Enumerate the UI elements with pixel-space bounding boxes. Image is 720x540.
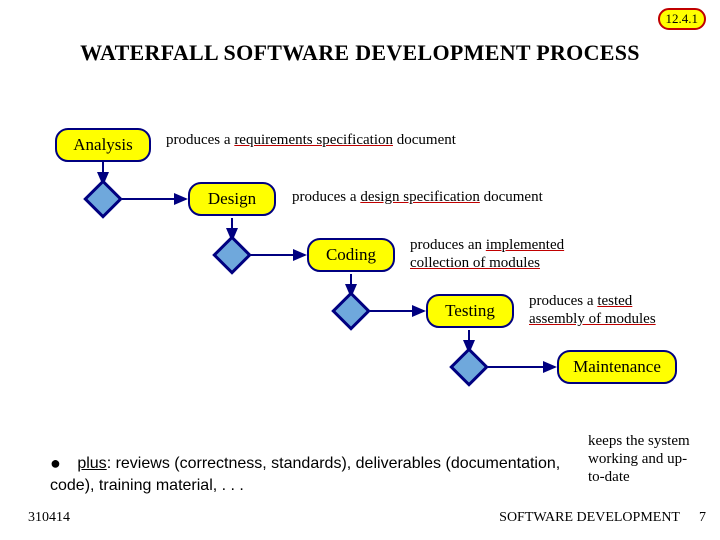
desc-design-suffix: document (480, 189, 543, 205)
slide-number-badge: 12.4.1 (658, 8, 707, 30)
slide-title: WATERFALL SOFTWARE DEVELOPMENT PROCESS (0, 40, 720, 66)
stage-design-label: Design (208, 189, 256, 209)
plus-note: ● plus: reviews (correctness, standards)… (50, 450, 600, 496)
stage-testing: Testing (426, 294, 514, 328)
desc-coding-prefix: produces an (410, 237, 486, 253)
desc-analysis-prefix: produces a (166, 132, 234, 148)
desc-design-term: design specification (360, 189, 480, 205)
stage-coding: Coding (307, 238, 395, 272)
decision-diamond-analysis (83, 179, 123, 219)
desc-analysis: produces a requirements specification do… (166, 131, 456, 149)
desc-coding: produces an implemented collection of mo… (410, 236, 580, 272)
desc-analysis-term: requirements specification (234, 132, 393, 148)
stage-coding-label: Coding (326, 245, 376, 265)
desc-design: produces a design specification document (292, 188, 543, 206)
desc-design-prefix: produces a (292, 189, 360, 205)
desc-testing: produces a tested assembly of modules (529, 292, 689, 328)
stage-design: Design (188, 182, 276, 216)
decision-diamond-design (212, 235, 252, 275)
desc-testing-prefix: produces a (529, 293, 597, 309)
decision-diamond-coding (331, 291, 371, 331)
plus-text: : reviews (correctness, standards), deli… (50, 455, 560, 494)
stage-maintenance: Maintenance (557, 350, 677, 384)
desc-maintenance: keeps the system working and up-to-date (588, 432, 703, 486)
stage-testing-label: Testing (445, 301, 495, 321)
stage-maintenance-label: Maintenance (573, 357, 661, 377)
footer-section-title: SOFTWARE DEVELOPMENT (499, 510, 680, 526)
footer-page-number: 7 (699, 510, 706, 526)
bullet-icon: ● (50, 453, 61, 473)
stage-analysis: Analysis (55, 128, 151, 162)
desc-analysis-suffix: document (393, 132, 456, 148)
decision-diamond-testing (449, 347, 489, 387)
footer-course-code: 310414 (28, 510, 70, 526)
stage-analysis-label: Analysis (73, 135, 133, 155)
plus-label: plus (77, 455, 106, 472)
